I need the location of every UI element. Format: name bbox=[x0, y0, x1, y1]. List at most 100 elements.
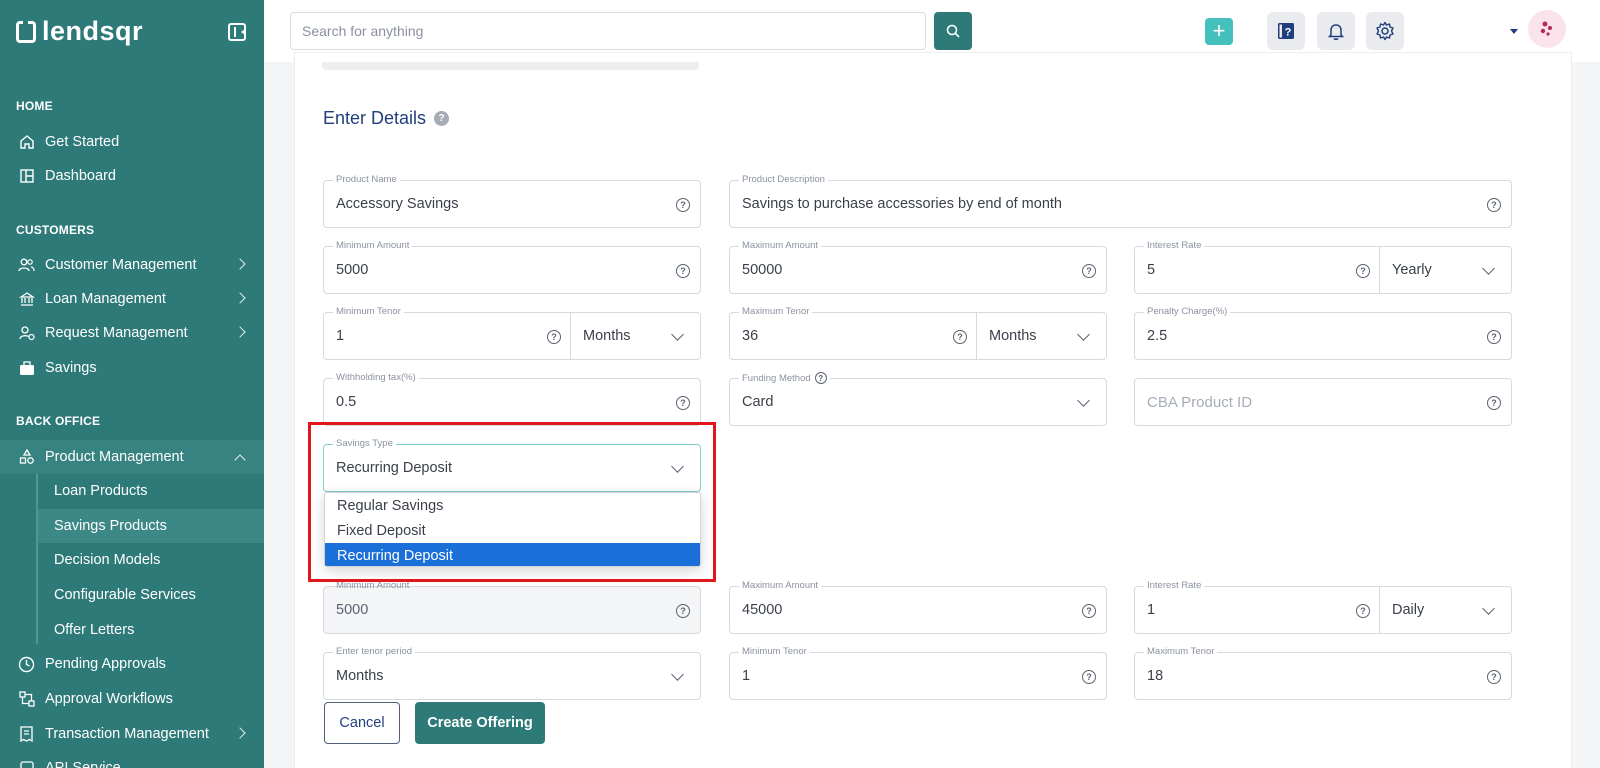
collapse-sidebar-icon[interactable] bbox=[228, 23, 246, 41]
help-icon[interactable]: ? bbox=[676, 604, 690, 618]
penalty-charge-field[interactable]: Penalty Charge(%) 2.5 ? bbox=[1134, 306, 1512, 360]
section-customers: CUSTOMERS bbox=[16, 223, 95, 237]
help-icon[interactable]: ? bbox=[1356, 264, 1370, 278]
field-value: 5000 bbox=[336, 602, 369, 618]
minimum-tenor-field[interactable]: Minimum Tenor 1 ? Months bbox=[323, 306, 701, 360]
section-back-office: BACK OFFICE bbox=[16, 414, 101, 428]
help-icon[interactable]: ? bbox=[1082, 670, 1096, 684]
sidebar-item-approval-workflows[interactable]: Approval Workflows bbox=[0, 682, 264, 716]
field-value: 36 bbox=[742, 328, 759, 344]
help-icon[interactable]: ? bbox=[676, 264, 690, 278]
help-icon[interactable]: ? bbox=[676, 396, 690, 410]
help-button[interactable]: ? bbox=[1267, 12, 1305, 50]
maximum-tenor-unit-select[interactable]: Months bbox=[976, 313, 1106, 359]
help-icon[interactable]: ? bbox=[814, 372, 827, 384]
brand-logo[interactable]: lendsqr bbox=[16, 16, 143, 47]
offering-minimum-tenor-field[interactable]: Minimum Tenor 1 ? bbox=[729, 646, 1107, 700]
chevron-down-icon bbox=[1482, 602, 1495, 615]
search-button[interactable] bbox=[934, 12, 972, 50]
product-name-field[interactable]: Product Name Accessory Savings ? bbox=[323, 174, 701, 228]
sidebar-item-pending-approvals[interactable]: Pending Approvals bbox=[0, 647, 264, 681]
cba-product-id-field[interactable]: CBA Product ID ? bbox=[1134, 378, 1512, 426]
select-value: Daily bbox=[1392, 602, 1425, 618]
help-icon[interactable]: ? bbox=[1487, 198, 1501, 212]
offering-minimum-amount-field[interactable]: Minimum Amount 5000 ? bbox=[323, 580, 701, 634]
sidebar-item-dashboard[interactable]: Dashboard bbox=[0, 159, 264, 193]
dropdown-option-recurring-deposit[interactable]: Recurring Deposit bbox=[325, 543, 700, 566]
help-icon[interactable]: ? bbox=[1487, 670, 1501, 684]
field-label: Minimum Tenor bbox=[333, 306, 404, 317]
field-label: Product Name bbox=[333, 174, 400, 185]
help-icon[interactable]: ? bbox=[953, 330, 967, 344]
help-icon[interactable]: ? bbox=[547, 330, 561, 344]
withholding-tax-field[interactable]: Withholding tax(%) 0.5 ? bbox=[323, 372, 701, 426]
logo-icon bbox=[16, 20, 36, 43]
field-value: 1 bbox=[742, 668, 751, 684]
help-icon[interactable]: ? bbox=[676, 198, 690, 212]
help-icon[interactable]: ? bbox=[1082, 604, 1096, 618]
sidebar-item-request-management[interactable]: Request Management bbox=[0, 316, 264, 350]
offering-maximum-tenor-field[interactable]: Maximum Tenor 18 ? bbox=[1134, 646, 1512, 700]
search-input[interactable] bbox=[290, 12, 926, 50]
plus-icon: + bbox=[1212, 18, 1226, 43]
chevron-right-icon bbox=[234, 292, 246, 304]
minimum-tenor-unit-select[interactable]: Months bbox=[570, 313, 700, 359]
field-label: Minimum Amount bbox=[333, 240, 413, 251]
request-icon bbox=[18, 325, 35, 342]
avatar[interactable] bbox=[1528, 10, 1566, 48]
help-icon[interactable]: ? bbox=[1487, 396, 1501, 410]
previous-field-stub bbox=[322, 62, 699, 70]
interest-rate-field[interactable]: Interest Rate 5 ? Yearly bbox=[1134, 240, 1512, 294]
notifications-button[interactable] bbox=[1317, 12, 1355, 50]
gear-icon bbox=[1376, 21, 1394, 41]
help-icon[interactable]: ? bbox=[1082, 264, 1096, 278]
dropdown-option-regular-savings[interactable]: Regular Savings bbox=[325, 493, 700, 518]
savings-type-select[interactable]: Savings Type Recurring Deposit bbox=[323, 438, 701, 492]
field-label: Interest Rate bbox=[1144, 240, 1205, 251]
sidebar-item-product-management[interactable]: Product Management bbox=[0, 440, 264, 474]
select-value: Months bbox=[336, 668, 384, 684]
settings-button[interactable] bbox=[1366, 12, 1404, 50]
sidebar-item-get-started[interactable]: Get Started bbox=[0, 125, 264, 159]
minimum-amount-field[interactable]: Minimum Amount 5000 ? bbox=[323, 240, 701, 294]
sidebar-subitem-offer-letters[interactable]: Offer Letters bbox=[38, 613, 264, 647]
select-value: Yearly bbox=[1392, 262, 1432, 278]
funding-method-select[interactable]: Funding Method? Card bbox=[729, 372, 1107, 426]
api-icon bbox=[18, 760, 35, 768]
sidebar-item-label: Request Management bbox=[45, 325, 188, 341]
create-offering-button[interactable]: Create Offering bbox=[415, 702, 545, 744]
offering-interest-period-select[interactable]: Daily bbox=[1379, 587, 1511, 633]
product-description-field[interactable]: Product Description Savings to purchase … bbox=[729, 174, 1512, 228]
sidebar-subitem-loan-products[interactable]: Loan Products bbox=[38, 474, 264, 508]
chevron-down-icon bbox=[1482, 262, 1495, 275]
tenor-period-select[interactable]: Enter tenor period Months bbox=[323, 646, 701, 700]
help-icon[interactable]: ? bbox=[1356, 604, 1370, 618]
maximum-tenor-field[interactable]: Maximum Tenor 36 ? Months bbox=[729, 306, 1107, 360]
field-value: 50000 bbox=[742, 262, 783, 278]
offering-interest-rate-field[interactable]: Interest Rate 1 ? Daily bbox=[1134, 580, 1512, 634]
profile-dropdown-icon[interactable] bbox=[1510, 29, 1518, 38]
avatar-icon bbox=[1540, 21, 1552, 36]
sidebar-item-loan-management[interactable]: Loan Management bbox=[0, 282, 264, 316]
bell-icon bbox=[1327, 23, 1345, 40]
maximum-amount-field[interactable]: Maximum Amount 50000 ? bbox=[729, 240, 1107, 294]
field-label: Enter tenor period bbox=[333, 646, 416, 657]
help-icon[interactable]: ? bbox=[1487, 330, 1501, 344]
sidebar-item-transaction-management[interactable]: Transaction Management bbox=[0, 717, 264, 751]
home-icon bbox=[18, 134, 35, 151]
receipt-icon bbox=[18, 726, 35, 743]
sidebar-item-savings[interactable]: Savings bbox=[0, 351, 264, 385]
interest-period-select[interactable]: Yearly bbox=[1379, 247, 1511, 293]
cancel-button[interactable]: Cancel bbox=[324, 702, 400, 744]
dropdown-option-fixed-deposit[interactable]: Fixed Deposit bbox=[325, 518, 700, 543]
sidebar-item-api-service[interactable]: API Service bbox=[0, 751, 264, 768]
help-badge-icon[interactable]: ? bbox=[434, 111, 450, 126]
sidebar-item-customer-management[interactable]: Customer Management bbox=[0, 248, 264, 282]
sidebar-subitem-decision-models[interactable]: Decision Models bbox=[38, 543, 264, 577]
field-value: 45000 bbox=[742, 602, 783, 618]
add-button[interactable]: + bbox=[1205, 18, 1233, 45]
sidebar-subitem-configurable-services[interactable]: Configurable Services bbox=[38, 578, 264, 612]
offering-maximum-amount-field[interactable]: Maximum Amount 45000 ? bbox=[729, 580, 1107, 634]
field-label: Maximum Amount bbox=[739, 580, 822, 591]
sidebar-subitem-savings-products[interactable]: Savings Products bbox=[38, 509, 264, 543]
